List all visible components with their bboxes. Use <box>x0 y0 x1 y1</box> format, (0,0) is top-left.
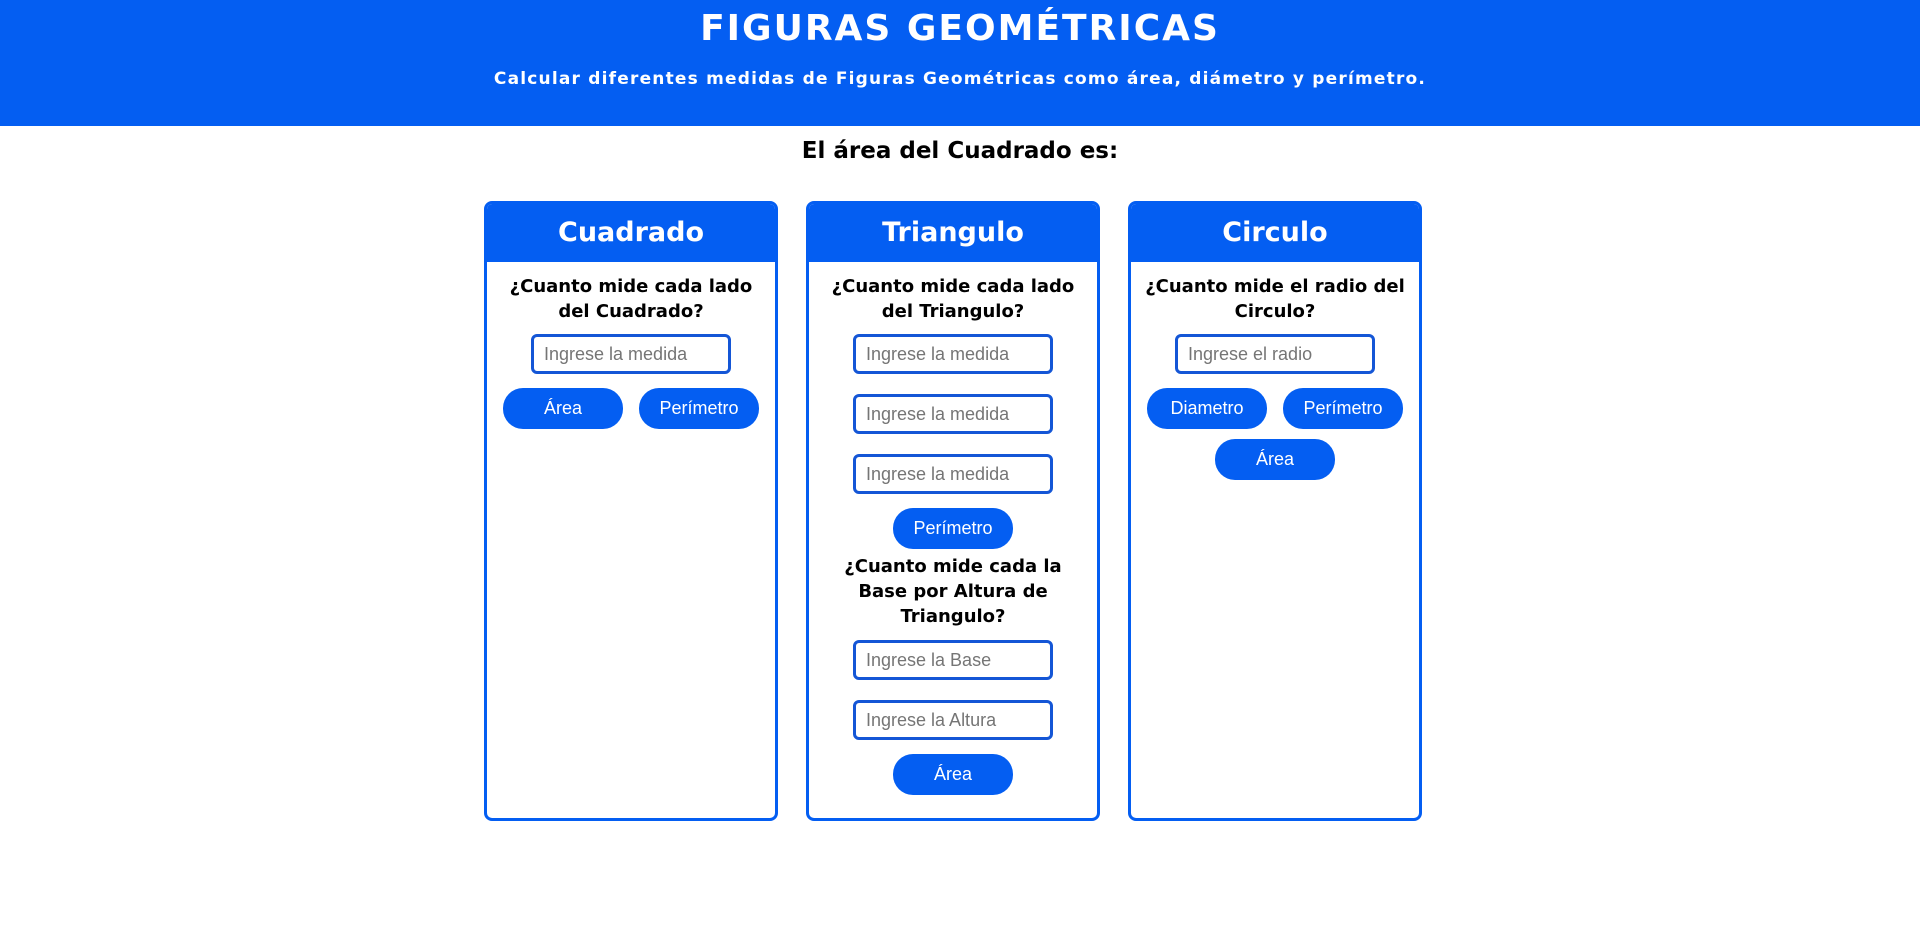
circulo-perimetro-button[interactable]: Perímetro <box>1283 388 1403 429</box>
page-title: FIGURAS GEOMÉTRICAS <box>700 8 1220 49</box>
cuadrado-area-button[interactable]: Área <box>503 388 623 429</box>
triangulo-perimetro-button[interactable]: Perímetro <box>893 508 1013 549</box>
triangulo-card-title: Triangulo <box>809 204 1097 262</box>
cuadrado-card-body: ¿Cuanto mide cada lado del Cuadrado? Áre… <box>487 262 775 429</box>
circulo-radio-input[interactable] <box>1175 334 1375 374</box>
triangulo-lado1-input[interactable] <box>853 334 1053 374</box>
circulo-button-row: Diametro Perímetro <box>1131 388 1419 429</box>
cuadrado-card: Cuadrado ¿Cuanto mide cada lado del Cuad… <box>484 201 778 821</box>
page-header: FIGURAS GEOMÉTRICAS Calcular diferentes … <box>0 0 1920 126</box>
triangulo-lado2-input[interactable] <box>853 394 1053 434</box>
triangulo-card-body: ¿Cuanto mide cada lado del Triangulo? Pe… <box>809 262 1097 795</box>
triangulo-altura-input[interactable] <box>853 700 1053 740</box>
triangulo-card: Triangulo ¿Cuanto mide cada lado del Tri… <box>806 201 1100 821</box>
triangulo-area-row: Área <box>809 754 1097 795</box>
circulo-diametro-button[interactable]: Diametro <box>1147 388 1267 429</box>
circulo-card: Circulo ¿Cuanto mide el radio del Circul… <box>1128 201 1422 821</box>
page-subtitle: Calcular diferentes medidas de Figuras G… <box>493 69 1427 89</box>
circulo-area-row: Área <box>1131 439 1419 480</box>
triangulo-area-button[interactable]: Área <box>893 754 1013 795</box>
result-text: El área del Cuadrado es: <box>801 138 1119 164</box>
triangulo-sides-question: ¿Cuanto mide cada lado del Triangulo? <box>831 276 1075 322</box>
cuadrado-card-title: Cuadrado <box>487 204 775 262</box>
triangulo-base-input[interactable] <box>853 640 1053 680</box>
triangulo-base-altura-question: ¿Cuanto mide cada la Base por Altura de … <box>844 556 1062 627</box>
triangulo-lado3-input[interactable] <box>853 454 1053 494</box>
circulo-card-title: Circulo <box>1131 204 1419 262</box>
cuadrado-lado-input[interactable] <box>531 334 731 374</box>
cuadrado-question: ¿Cuanto mide cada lado del Cuadrado? <box>509 276 753 322</box>
circulo-question: ¿Cuanto mide el radio del Circulo? <box>1145 276 1405 322</box>
cuadrado-button-row: Área Perímetro <box>487 388 775 429</box>
circulo-area-button[interactable]: Área <box>1215 439 1335 480</box>
circulo-card-body: ¿Cuanto mide el radio del Circulo? Diame… <box>1131 262 1419 480</box>
cuadrado-perimetro-button[interactable]: Perímetro <box>639 388 759 429</box>
triangulo-perimetro-row: Perímetro <box>809 508 1097 549</box>
